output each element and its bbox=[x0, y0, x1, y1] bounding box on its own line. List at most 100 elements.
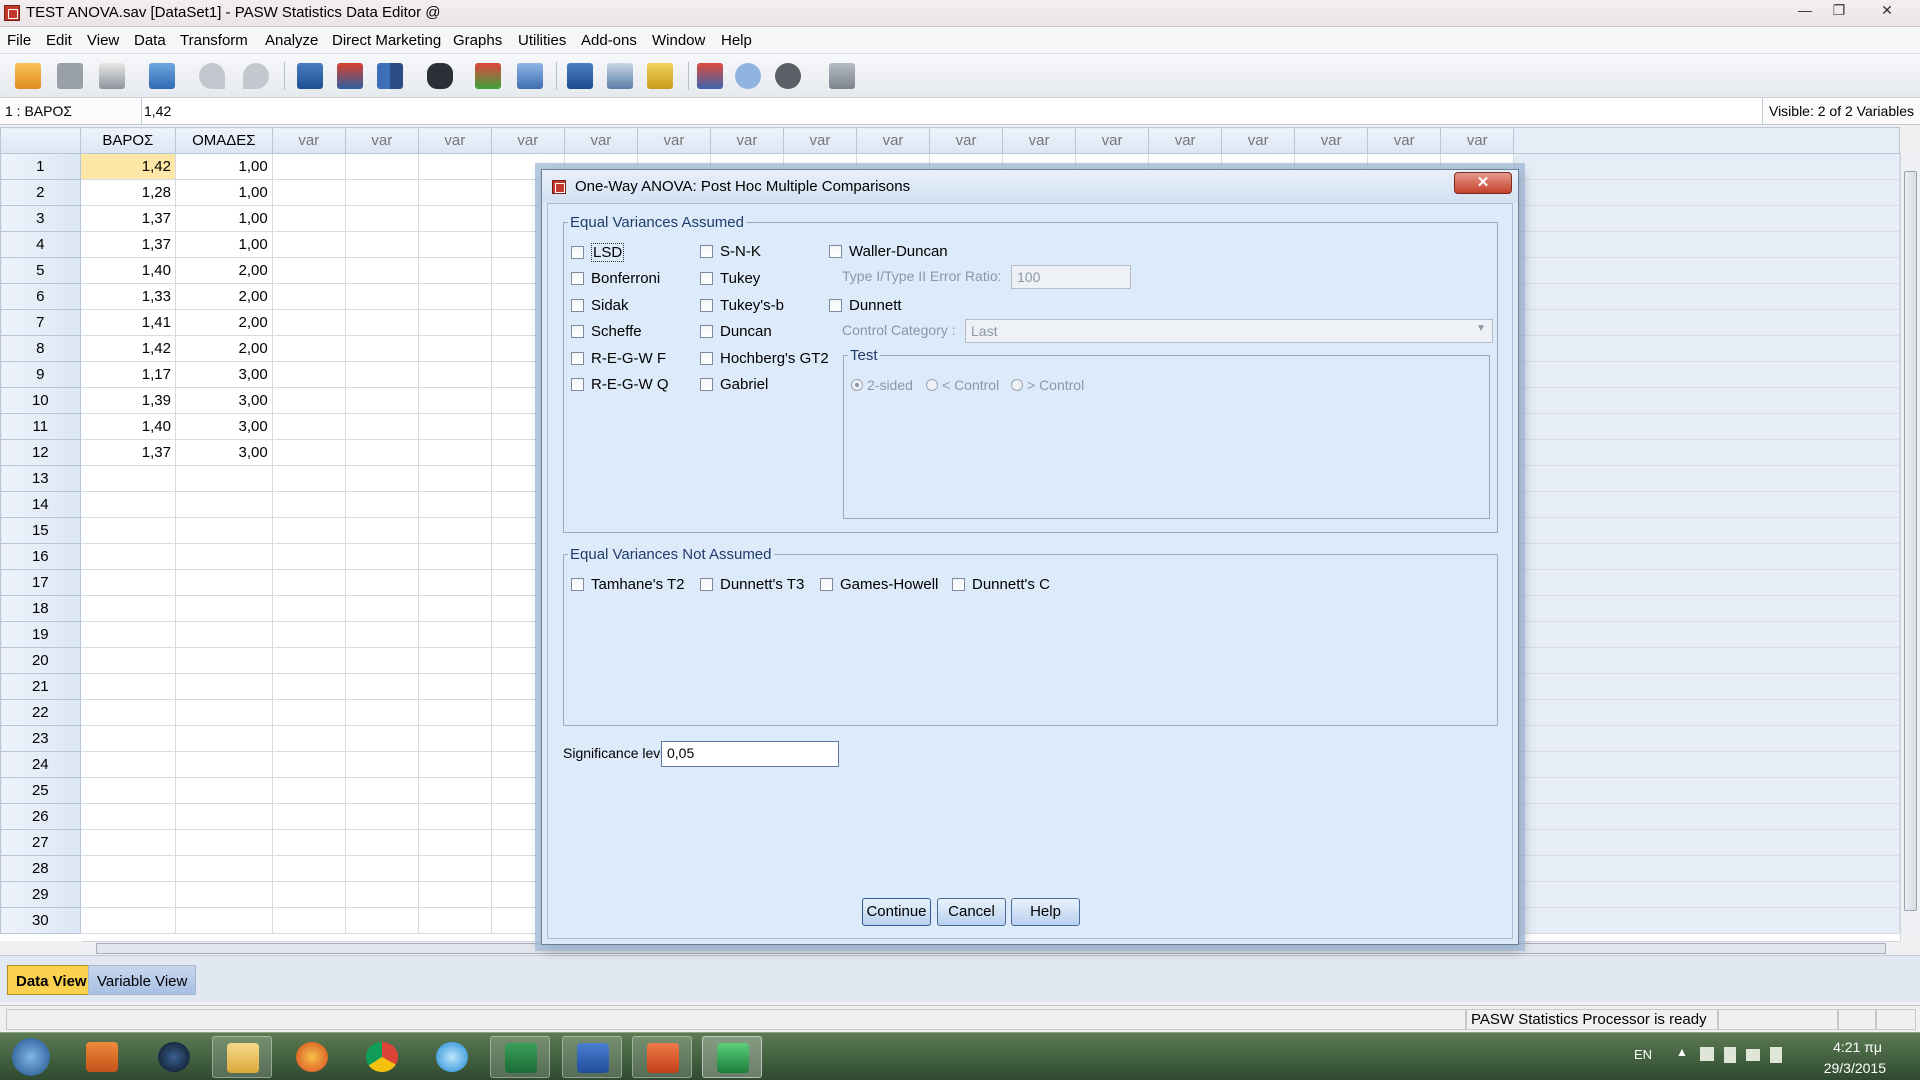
data-cell[interactable]: 1,37 bbox=[79, 439, 176, 466]
column-header-var[interactable]: var bbox=[1440, 127, 1515, 154]
goto-variable-icon[interactable] bbox=[334, 60, 366, 92]
row-number[interactable]: 4 bbox=[0, 231, 81, 258]
empty-cell[interactable] bbox=[417, 777, 492, 804]
print-icon[interactable] bbox=[96, 60, 128, 92]
checkbox[interactable] bbox=[700, 245, 713, 258]
row-number[interactable]: 25 bbox=[0, 777, 81, 804]
empty-cell[interactable] bbox=[344, 231, 419, 258]
empty-cell[interactable] bbox=[271, 205, 346, 232]
row-number[interactable]: 14 bbox=[0, 491, 81, 518]
snk-checkbox[interactable]: S-N-K bbox=[700, 243, 761, 260]
empty-cell[interactable] bbox=[344, 361, 419, 388]
data-cell[interactable]: 1,39 bbox=[79, 387, 176, 414]
internet-explorer-icon[interactable] bbox=[422, 1036, 482, 1078]
data-cell[interactable]: 1,42 bbox=[79, 335, 176, 362]
dialog-title-bar[interactable]: One-Way ANOVA: Post Hoc Multiple Compari… bbox=[542, 170, 1518, 203]
column-header-omades[interactable]: ΟΜΑΔΕΣ bbox=[174, 127, 273, 154]
empty-cell[interactable] bbox=[344, 621, 419, 648]
greater-control-radio[interactable]: > Control bbox=[1011, 377, 1084, 393]
empty-cell[interactable] bbox=[344, 543, 419, 570]
tab-data-view[interactable]: Data View bbox=[7, 965, 96, 995]
empty-cell[interactable] bbox=[271, 465, 346, 492]
empty-cell[interactable] bbox=[344, 569, 419, 596]
data-cell[interactable] bbox=[174, 647, 273, 674]
menu-file[interactable]: File bbox=[7, 32, 31, 49]
empty-cell[interactable] bbox=[417, 569, 492, 596]
column-header-var[interactable]: var bbox=[1367, 127, 1442, 154]
waller-duncan-checkbox[interactable]: Waller-Duncan bbox=[829, 243, 948, 260]
close-window-button[interactable]: ✕ bbox=[1870, 0, 1904, 22]
data-cell[interactable] bbox=[79, 491, 176, 518]
row-number[interactable]: 27 bbox=[0, 829, 81, 856]
empty-cell[interactable] bbox=[344, 777, 419, 804]
row-number[interactable]: 8 bbox=[0, 335, 81, 362]
column-header-var[interactable]: var bbox=[1221, 127, 1296, 154]
menu-graphs[interactable]: Graphs bbox=[453, 32, 502, 49]
data-cell[interactable] bbox=[79, 725, 176, 752]
empty-cell[interactable] bbox=[271, 231, 346, 258]
row-number[interactable]: 12 bbox=[0, 439, 81, 466]
checkbox[interactable] bbox=[829, 245, 842, 258]
data-cell[interactable]: 1,37 bbox=[79, 231, 176, 258]
empty-cell[interactable] bbox=[344, 335, 419, 362]
control-category-select[interactable]: Last ▼ bbox=[965, 319, 1493, 343]
data-cell[interactable] bbox=[174, 725, 273, 752]
data-cell[interactable] bbox=[174, 569, 273, 596]
empty-cell[interactable] bbox=[271, 621, 346, 648]
dialog-close-button[interactable]: ✕ bbox=[1454, 172, 1512, 194]
empty-cell[interactable] bbox=[417, 803, 492, 830]
data-cell[interactable]: 3,00 bbox=[174, 439, 273, 466]
data-cell[interactable] bbox=[174, 907, 273, 934]
column-header-var[interactable]: var bbox=[636, 127, 711, 154]
empty-cell[interactable] bbox=[417, 387, 492, 414]
empty-cell[interactable] bbox=[344, 647, 419, 674]
chrome-icon[interactable] bbox=[352, 1036, 412, 1078]
minimize-button[interactable]: — bbox=[1788, 0, 1822, 22]
empty-cell[interactable] bbox=[271, 647, 346, 674]
column-header-var[interactable]: var bbox=[271, 127, 346, 154]
error-ratio-input[interactable]: 100 bbox=[1011, 265, 1131, 289]
checkbox[interactable] bbox=[700, 352, 713, 365]
column-header-var[interactable]: var bbox=[855, 127, 931, 154]
data-cell[interactable]: 1,40 bbox=[79, 257, 176, 284]
empty-cell[interactable] bbox=[344, 257, 419, 284]
empty-cell[interactable] bbox=[344, 179, 419, 206]
media-player-icon[interactable] bbox=[72, 1036, 132, 1078]
empty-cell[interactable] bbox=[344, 465, 419, 492]
use-sets-icon[interactable] bbox=[732, 60, 764, 92]
radio[interactable] bbox=[926, 379, 938, 391]
dunnett-c-checkbox[interactable]: Dunnett's C bbox=[952, 576, 1050, 593]
redo-icon[interactable] bbox=[240, 60, 272, 92]
empty-cell[interactable] bbox=[271, 361, 346, 388]
empty-cell[interactable] bbox=[417, 907, 492, 934]
empty-cell[interactable] bbox=[344, 595, 419, 622]
scroll-thumb[interactable] bbox=[1904, 171, 1917, 911]
empty-cell[interactable] bbox=[271, 413, 346, 440]
empty-cell[interactable] bbox=[344, 673, 419, 700]
data-cell[interactable] bbox=[79, 699, 176, 726]
checkbox[interactable] bbox=[571, 325, 584, 338]
data-cell[interactable] bbox=[79, 517, 176, 544]
data-cell[interactable] bbox=[174, 803, 273, 830]
dunnett-checkbox[interactable]: Dunnett bbox=[829, 297, 902, 314]
column-header-var[interactable]: var bbox=[709, 127, 784, 154]
empty-cell[interactable] bbox=[271, 907, 346, 934]
empty-cell[interactable] bbox=[417, 335, 492, 362]
data-cell[interactable] bbox=[174, 543, 273, 570]
menu-direct-marketing[interactable]: Direct Marketing bbox=[332, 32, 441, 49]
row-number[interactable]: 24 bbox=[0, 751, 81, 778]
empty-cell[interactable] bbox=[344, 387, 419, 414]
empty-cell[interactable] bbox=[271, 829, 346, 856]
data-cell[interactable]: 2,00 bbox=[174, 257, 273, 284]
empty-cell[interactable] bbox=[417, 231, 492, 258]
empty-cell[interactable] bbox=[271, 543, 346, 570]
row-number[interactable]: 23 bbox=[0, 725, 81, 752]
row-number[interactable]: 11 bbox=[0, 413, 81, 440]
less-control-radio[interactable]: < Control bbox=[926, 377, 999, 393]
empty-cell[interactable] bbox=[417, 179, 492, 206]
data-cell[interactable] bbox=[79, 751, 176, 778]
empty-cell[interactable] bbox=[271, 387, 346, 414]
data-cell[interactable] bbox=[174, 621, 273, 648]
row-number[interactable]: 22 bbox=[0, 699, 81, 726]
checkbox[interactable] bbox=[952, 578, 965, 591]
